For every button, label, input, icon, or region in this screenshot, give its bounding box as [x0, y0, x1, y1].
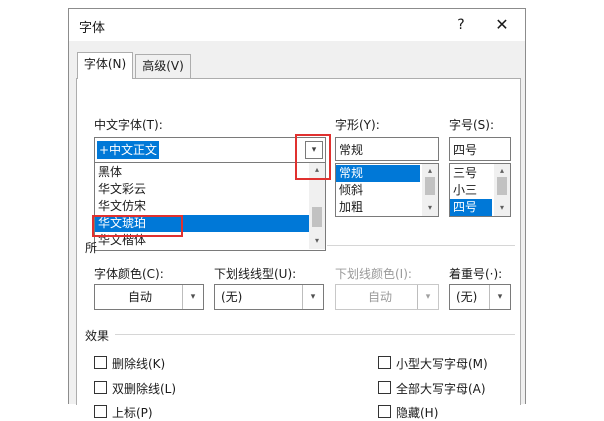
underline-color-label: 下划线颜色(I):	[335, 267, 412, 281]
scroll-up-icon[interactable]: ▴	[422, 165, 438, 177]
section-divider	[115, 334, 515, 335]
list-item[interactable]: 三号	[450, 165, 492, 182]
chinese-font-label: 中文字体(T):	[94, 118, 163, 132]
chinese-font-list[interactable]: 黑体 华文彩云 华文仿宋 华文琥珀 华文楷体 ▴ ▾	[94, 163, 326, 251]
scroll-down-icon[interactable]: ▾	[309, 235, 325, 247]
close-button[interactable]: ✕	[489, 13, 515, 37]
font-size-input[interactable]: 四号	[449, 137, 511, 161]
list-item-selected[interactable]: 四号	[450, 199, 492, 216]
all-caps-label[interactable]: 全部大写字母(A)	[396, 380, 486, 397]
font-style-list[interactable]: 常规 倾斜 加粗 ▴ ▾	[335, 163, 439, 217]
scrollbar-thumb[interactable]	[497, 177, 507, 195]
font-dialog: 字体 ? ✕ 字体(N) 高级(V) 中文字体(T): +中文正文 ▾ 黑体 华…	[68, 8, 526, 420]
strikethrough-checkbox[interactable]	[94, 356, 107, 369]
chevron-down-icon[interactable]: ▾	[489, 285, 510, 309]
font-tab-panel: 中文字体(T): +中文正文 ▾ 黑体 华文彩云 华文仿宋 华文琥珀 华文楷体 …	[76, 78, 521, 420]
help-button[interactable]: ?	[449, 13, 473, 37]
font-color-select[interactable]: 自动 ▾	[94, 284, 204, 310]
font-style-input[interactable]: 常规	[335, 137, 439, 161]
list-item-selected[interactable]: 常规	[336, 165, 420, 182]
list-item[interactable]: 倾斜	[336, 182, 420, 199]
font-size-scrollbar[interactable]: ▴ ▾	[494, 164, 510, 216]
emphasis-mark-select[interactable]: (无) ▾	[449, 284, 511, 310]
underline-style-value: (无)	[221, 290, 243, 304]
underline-color-value: 自动	[368, 290, 393, 304]
hidden-checkbox[interactable]	[378, 405, 391, 418]
title-bar: 字体 ? ✕	[69, 9, 525, 41]
font-style-scrollbar[interactable]: ▴ ▾	[422, 164, 438, 216]
font-style-value: 常规	[339, 143, 364, 157]
scroll-down-icon[interactable]: ▾	[422, 202, 438, 214]
hidden-label[interactable]: 隐藏(H)	[396, 404, 438, 421]
all-caps-checkbox[interactable]	[378, 381, 391, 394]
underline-style-label: 下划线线型(U):	[214, 267, 297, 281]
scrollbar-thumb[interactable]	[425, 177, 435, 195]
scroll-up-icon[interactable]: ▴	[494, 165, 510, 177]
font-size-list[interactable]: 三号 小三 四号 ▴ ▾	[449, 163, 511, 217]
font-size-label: 字号(S):	[449, 118, 495, 132]
font-style-label: 字形(Y):	[335, 118, 380, 132]
list-item[interactable]: 黑体	[95, 164, 309, 181]
highlight-box-selected-font	[92, 215, 183, 237]
section-divider	[327, 245, 515, 246]
dialog-title: 字体	[79, 21, 106, 36]
small-caps-checkbox[interactable]	[378, 356, 391, 369]
font-color-value: 自动	[128, 290, 153, 304]
highlight-box-dropdown	[295, 134, 331, 180]
chevron-down-icon[interactable]: ▾	[417, 285, 438, 309]
list-item[interactable]: 加粗	[336, 199, 420, 216]
tab-font[interactable]: 字体(N)	[77, 52, 133, 79]
small-caps-label[interactable]: 小型大写字母(M)	[396, 355, 488, 372]
chevron-down-icon[interactable]: ▾	[302, 285, 323, 309]
strikethrough-label[interactable]: 删除线(K)	[112, 355, 165, 372]
font-color-label: 字体颜色(C):	[94, 267, 164, 281]
superscript-label[interactable]: 上标(P)	[112, 404, 153, 421]
chevron-down-icon[interactable]: ▾	[182, 285, 203, 309]
font-size-value: 四号	[453, 143, 478, 157]
emphasis-mark-label: 着重号(·):	[449, 267, 503, 281]
list-item[interactable]: 华文彩云	[95, 181, 309, 198]
chinese-font-value: +中文正文	[97, 141, 160, 159]
underline-style-select[interactable]: (无) ▾	[214, 284, 324, 310]
tab-advanced[interactable]: 高级(V)	[135, 54, 191, 79]
all-text-section-label: 所	[85, 241, 98, 255]
scroll-down-icon[interactable]: ▾	[494, 202, 510, 214]
underline-color-select[interactable]: 自动 ▾	[335, 284, 439, 310]
scrollbar-thumb[interactable]	[312, 207, 322, 227]
double-strikethrough-checkbox[interactable]	[94, 381, 107, 394]
superscript-checkbox[interactable]	[94, 405, 107, 418]
double-strikethrough-label[interactable]: 双删除线(L)	[112, 380, 176, 397]
effects-section-label: 效果	[85, 329, 110, 343]
list-item[interactable]: 华文仿宋	[95, 198, 309, 215]
emphasis-mark-value: (无)	[456, 290, 478, 304]
chinese-font-input[interactable]: +中文正文 ▾	[94, 137, 326, 163]
list-item[interactable]: 小三	[450, 182, 492, 199]
